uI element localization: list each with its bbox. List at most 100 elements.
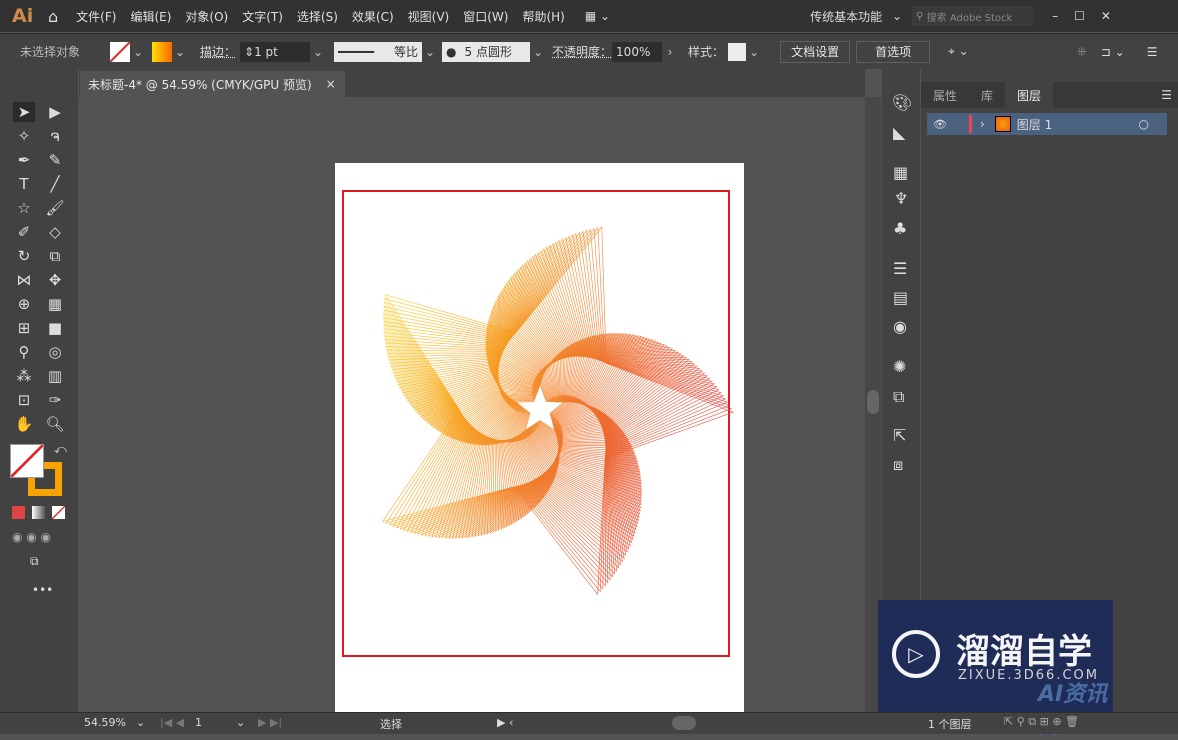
select-similar-icon[interactable]: ⌖ ⌄	[948, 44, 969, 59]
direct-selection-tool[interactable]: ▶	[44, 102, 66, 122]
tab-libraries[interactable]: 库	[969, 87, 1005, 104]
graphic-styles-icon[interactable]: ⧉	[893, 387, 904, 407]
paintbrush-tool[interactable]: 🖌	[44, 198, 66, 218]
menu-view[interactable]: 视图(V)	[408, 10, 450, 24]
rotate-tool[interactable]: ↻	[13, 246, 35, 266]
horizontal-scrollbar[interactable]	[520, 716, 860, 730]
blend-tool[interactable]: ◎	[44, 342, 66, 362]
magic-wand-tool[interactable]: ✧	[13, 126, 35, 146]
menu-window[interactable]: 窗口(W)	[463, 10, 508, 24]
style-swatch[interactable]	[728, 42, 747, 61]
menu-type[interactable]: 文字(T)	[242, 10, 283, 24]
expand-chevron-icon[interactable]: ›	[980, 117, 985, 131]
scroll-thumb[interactable]	[867, 390, 879, 414]
export-icon[interactable]: ⇱	[893, 426, 906, 445]
eraser-tool[interactable]: ◇	[44, 222, 66, 242]
stock-search[interactable]: ⚲ 搜索 Adobe Stock	[912, 6, 1035, 26]
star-tool[interactable]: ☆	[13, 198, 35, 218]
layer-color-bar	[968, 115, 972, 133]
preferences-button[interactable]: 首选项	[856, 40, 931, 63]
appearance-icon[interactable]: ✺	[893, 357, 906, 376]
align-icon[interactable]: ⁜	[1077, 45, 1087, 59]
transparency-icon[interactable]: ◉	[893, 317, 907, 336]
stroke-panel-icon[interactable]: ☰	[893, 259, 907, 278]
document-tab[interactable]: 未标题-4* @ 54.59% (CMYK/GPU 预览) ×	[80, 71, 345, 97]
h-scroll-thumb[interactable]	[672, 716, 696, 730]
tab-properties[interactable]: 属性	[921, 87, 969, 104]
stroke-label[interactable]: 描边：	[200, 43, 236, 60]
control-menu-icon[interactable]: ☰	[1147, 45, 1158, 59]
menu-file[interactable]: 文件(F)	[76, 10, 116, 24]
artboard-tool[interactable]: ⊡	[13, 390, 35, 410]
menu-help[interactable]: 帮助(H)	[522, 10, 564, 24]
artboards-icon[interactable]: ⧈	[893, 455, 903, 475]
transform-icon[interactable]: ⊐ ⌄	[1101, 45, 1125, 59]
brush-definition[interactable]: ● 5 点圆形	[442, 41, 531, 62]
layer-name[interactable]: 图层 1	[1017, 116, 1052, 133]
minimize-button[interactable]: –	[1052, 9, 1058, 23]
hand-tool[interactable]: ✋	[13, 414, 35, 434]
eyedropper-tool[interactable]: ⚲	[13, 342, 35, 362]
screen-mode-icon[interactable]: ⧉	[30, 554, 39, 569]
document-setup-button[interactable]: 文档设置	[780, 40, 851, 63]
opacity-field[interactable]: 100%	[612, 41, 663, 62]
workspace-switcher[interactable]: 传统基本功能	[810, 8, 882, 25]
color-guide-icon[interactable]: ◣	[893, 123, 905, 142]
gradient-tool[interactable]: ■	[44, 318, 66, 338]
menu-effect[interactable]: 效果(C)	[352, 10, 394, 24]
target-icon[interactable]: ○	[1139, 117, 1149, 131]
opacity-label[interactable]: 不透明度：	[552, 43, 612, 60]
menu-object[interactable]: 对象(O)	[185, 10, 228, 24]
stroke-profile[interactable]: ━━━━━ 等比	[334, 41, 423, 62]
slice-tool[interactable]: ✑	[44, 390, 66, 410]
tab-layers[interactable]: 图层	[1005, 81, 1054, 109]
arrange-documents-icon[interactable]: ▦ ⌄	[585, 9, 610, 23]
menu-edit[interactable]: 编辑(E)	[130, 10, 171, 24]
width-tool[interactable]: ⋈	[13, 270, 35, 290]
stroke-weight-field[interactable]: ⇕ 1 pt	[240, 41, 311, 62]
curvature-tool[interactable]: ✎	[44, 150, 66, 170]
shape-builder-tool[interactable]: ⊕	[13, 294, 35, 314]
line-tool[interactable]: ╱	[44, 174, 66, 194]
perspective-grid-tool[interactable]: ▦	[44, 294, 66, 314]
color-mode-button[interactable]	[12, 506, 25, 519]
tools-panel: ➤ ▶ ✧ ຈ ✒ ✎ T ╱ ☆ 🖌 ✐ ◇ ↻ ⧉ ⋈ ✥ ⊕ ▦ ⊞ ■ …	[0, 69, 78, 734]
column-graph-tool[interactable]: ▥	[44, 366, 66, 386]
none-mode-button[interactable]	[52, 506, 65, 519]
swap-colors-icon[interactable]: ⤺	[54, 442, 67, 457]
menu-bar: 文件(F) 编辑(E) 对象(O) 文字(T) 选择(S) 效果(C) 视图(V) 窗口(W)…	[76, 8, 579, 25]
pen-tool[interactable]: ✒	[13, 150, 35, 170]
color-panel-icon[interactable]: 🎨︎	[892, 93, 912, 112]
zoom-field[interactable]: 54.59%	[84, 716, 126, 729]
artboard-number-field[interactable]: 1	[195, 716, 202, 729]
close-tab-icon[interactable]: ×	[326, 77, 336, 91]
canvas-area[interactable]	[79, 97, 865, 712]
maximize-button[interactable]: ☐	[1074, 9, 1085, 23]
gradient-mode-button[interactable]	[32, 506, 45, 519]
mesh-tool[interactable]: ⊞	[13, 318, 35, 338]
type-tool[interactable]: T	[13, 174, 35, 194]
close-button[interactable]: ✕	[1101, 9, 1111, 23]
fill-swatch[interactable]	[110, 41, 131, 62]
gradient-panel-icon[interactable]: ▤	[893, 288, 908, 307]
stroke-swatch[interactable]	[152, 41, 173, 62]
zoom-tool[interactable]: 🔍︎	[44, 414, 66, 434]
eye-icon[interactable]: 👁︎	[933, 118, 947, 131]
scale-tool[interactable]: ⧉	[44, 246, 66, 266]
lasso-tool[interactable]: ຈ	[44, 126, 66, 146]
selection-tool[interactable]: ➤	[13, 102, 35, 122]
draw-mode-icon[interactable]: ◉ ◉ ◉	[12, 530, 51, 544]
panel-menu-icon[interactable]: ☰	[1161, 88, 1172, 102]
brushes-icon[interactable]: ♆	[894, 189, 908, 208]
home-icon[interactable]: ⌂	[48, 7, 58, 26]
menu-select[interactable]: 选择(S)	[297, 10, 338, 24]
layer-actions-icons[interactable]: ⇱ ⚲ ⧉ ⊞ ⊕ 🗑︎	[1004, 715, 1079, 729]
more-tools-icon[interactable]: •••	[32, 583, 53, 597]
shaper-tool[interactable]: ✐	[13, 222, 35, 242]
fill-color[interactable]	[10, 444, 44, 478]
puppet-warp-tool[interactable]: ✥	[44, 270, 66, 290]
symbol-sprayer-tool[interactable]: ⁂	[13, 366, 35, 386]
swatches-icon[interactable]: ▦	[893, 163, 908, 182]
layer-row[interactable]: 👁︎ › 图层 1 ○	[927, 113, 1167, 135]
symbols-icon[interactable]: ♣	[893, 219, 907, 238]
